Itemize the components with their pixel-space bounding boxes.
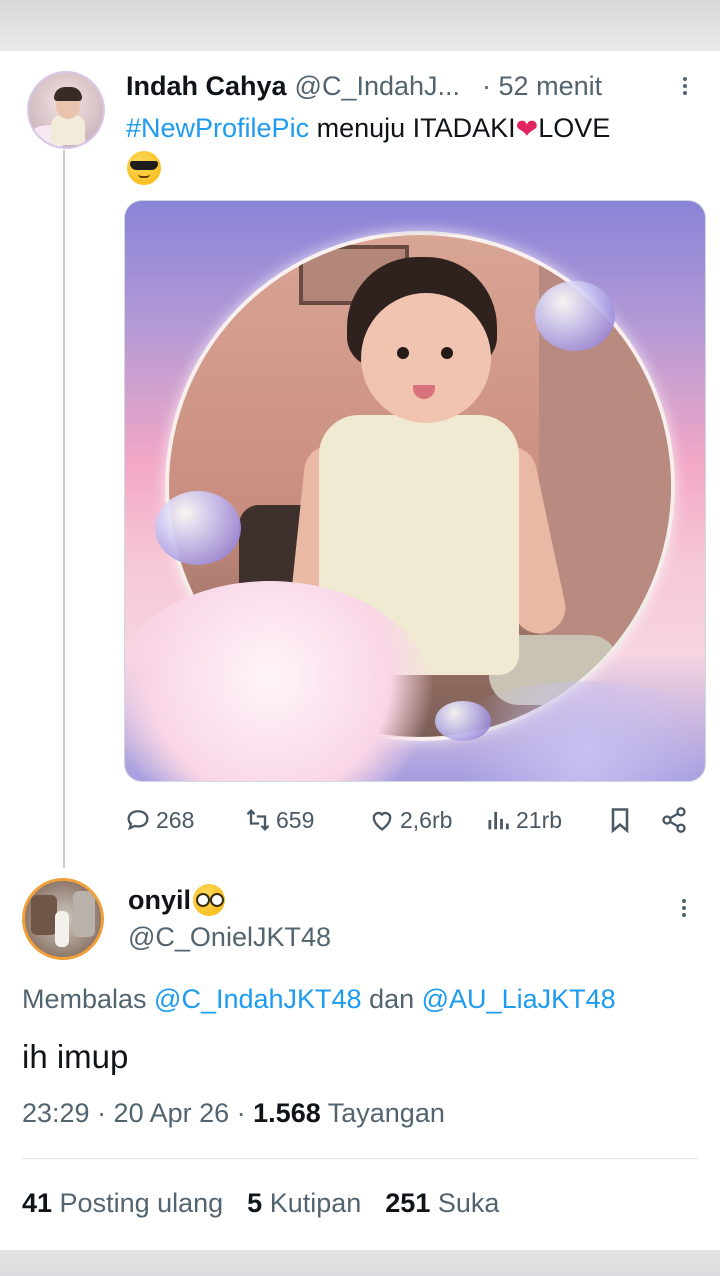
- heart-emoji: ❤: [515, 114, 539, 144]
- mention-link[interactable]: @AU_LiaJKT48: [422, 984, 616, 1014]
- like-count: 2,6rb: [400, 806, 453, 833]
- heart-bubble-icon: [435, 701, 491, 741]
- reply-icon: [127, 810, 149, 831]
- reposts-stat[interactable]: 41 Posting ulang: [22, 1188, 223, 1219]
- more-icon[interactable]: [683, 74, 687, 98]
- reply-count: 268: [156, 806, 195, 833]
- reposts-stat-count: 41: [22, 1188, 53, 1218]
- bookmark-button[interactable]: [606, 800, 638, 840]
- reposts-stat-label: Posting ulang: [52, 1188, 224, 1218]
- reply-author-name-text: onyil: [128, 884, 192, 915]
- views-button[interactable]: 21rb: [484, 800, 562, 840]
- views-count: 21rb: [516, 806, 563, 833]
- tweet-header: Indah Cahya @C_IndahJ... · 52 menit: [126, 68, 602, 104]
- views-label: Tayangan: [320, 1098, 445, 1128]
- views-chart-icon: [488, 811, 509, 830]
- likes-stat-label: Suka: [430, 1188, 500, 1218]
- bookmark-icon: [611, 808, 629, 834]
- share-button[interactable]: [660, 800, 692, 840]
- tweet-text: #NewProfilePic menuju ITADAKI❤LOVE: [126, 110, 696, 146]
- sunglasses-emoji-icon: [127, 151, 161, 185]
- reply-text: ih imup: [22, 1038, 129, 1075]
- repost-button[interactable]: 659: [244, 800, 314, 840]
- repost-icon: [246, 809, 270, 831]
- author-handle[interactable]: @C_IndahJ...: [295, 71, 461, 102]
- engagement-stats: 41 Posting ulang 5 Kutipan 251 Suka: [22, 1188, 499, 1219]
- hashtag-link[interactable]: #NewProfilePic: [126, 113, 309, 143]
- tweet-image[interactable]: [124, 200, 706, 782]
- timestamp[interactable]: 23:29 · 20 Apr 26 ·: [22, 1098, 253, 1128]
- quotes-stat-count: 5: [247, 1188, 263, 1218]
- share-icon: [662, 807, 686, 833]
- reply-button[interactable]: 268: [124, 800, 194, 840]
- quotes-stat-label: Kutipan: [262, 1188, 362, 1218]
- tweet-time[interactable]: · 52 menit: [482, 71, 602, 102]
- views-total: 1.568: [253, 1098, 321, 1128]
- likes-stat-count: 251: [385, 1188, 431, 1218]
- tweet-text-part: menuju ITADAKI: [309, 113, 516, 143]
- repost-count: 659: [276, 806, 315, 833]
- divider: [22, 1158, 698, 1159]
- mention-link[interactable]: @C_IndahJKT48: [154, 984, 362, 1014]
- tweet-actions: 268 659 2,6rb 21rb: [124, 800, 694, 840]
- quotes-stat[interactable]: 5 Kutipan: [247, 1188, 361, 1219]
- author-name[interactable]: Indah Cahya: [126, 71, 287, 102]
- replying-conj: dan: [361, 984, 422, 1014]
- reply-author-handle[interactable]: @C_OnielJKT48: [128, 922, 331, 953]
- like-button[interactable]: 2,6rb: [368, 800, 452, 840]
- reply-author-name[interactable]: onyil: [128, 884, 226, 916]
- replying-to: Membalas @C_IndahJKT48 dan @AU_LiaJKT48: [22, 984, 616, 1015]
- more-icon[interactable]: [682, 896, 686, 920]
- avatar[interactable]: [27, 71, 105, 149]
- tweet-text-part: LOVE: [538, 113, 611, 143]
- nerd-face-emoji-icon: [193, 884, 226, 916]
- thread-line: [63, 150, 65, 868]
- replying-prefix: Membalas: [22, 984, 155, 1014]
- heart-icon: [372, 811, 392, 831]
- avatar[interactable]: [22, 878, 104, 960]
- heart-bubble-icon: [155, 491, 241, 565]
- heart-bubble-icon: [535, 281, 615, 351]
- tweet-meta: 23:29 · 20 Apr 26 · 1.568 Tayangan: [22, 1098, 445, 1129]
- likes-stat[interactable]: 251 Suka: [385, 1188, 499, 1219]
